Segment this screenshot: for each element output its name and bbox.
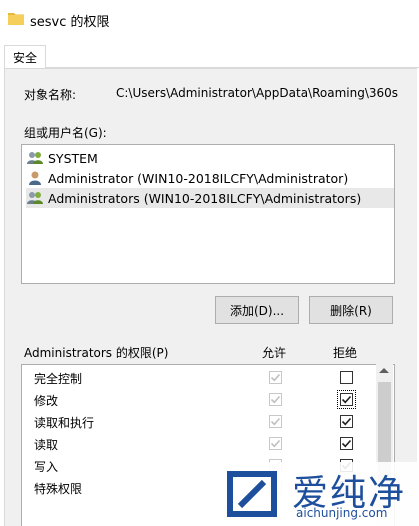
principal-item-administrator[interactable]: Administrator (WIN10-2018ILCFY\Administr… — [26, 168, 394, 188]
allow-checkbox — [269, 415, 282, 428]
scroll-up-arrow-icon[interactable] — [379, 368, 389, 373]
principal-item-administrators[interactable]: Administrators (WIN10-2018ILCFY\Administ… — [26, 188, 394, 208]
deny-checkbox[interactable] — [337, 390, 356, 409]
deny-checkbox[interactable] — [340, 437, 353, 450]
permission-row: 修改 — [34, 389, 374, 411]
group-users-label: 组或用户名(G): — [24, 126, 107, 140]
window-title: sesvc 的权限 — [30, 15, 110, 30]
principal-label: SYSTEM — [48, 150, 98, 166]
title-bar: sesvc 的权限 — [0, 0, 419, 38]
watermark: 爱纯净 aichunjing.com — [216, 462, 419, 526]
group-users-icon — [27, 152, 43, 164]
permission-row: 完全控制 — [34, 367, 374, 389]
permission-name: 特殊权限 — [34, 481, 83, 496]
allow-checkbox — [269, 393, 282, 406]
object-name-value: C:\Users\Administrator\AppData\Roaming\3… — [116, 86, 399, 100]
user-icon — [29, 171, 41, 185]
allow-column-header: 允许 — [262, 346, 287, 360]
group-users-icon — [27, 192, 43, 204]
principal-item-system[interactable]: SYSTEM — [26, 148, 394, 168]
permission-name: 写入 — [34, 459, 59, 474]
allow-checkbox — [269, 437, 282, 450]
watermark-url: aichunjing.com — [296, 506, 388, 520]
permission-name: 读取 — [34, 437, 59, 452]
principal-list[interactable]: SYSTEM Administrator (WIN10-2018ILCFY\Ad… — [21, 144, 395, 284]
object-name-label: 对象名称: — [24, 88, 77, 102]
allow-checkbox — [269, 371, 282, 384]
permission-name: 读取和执行 — [34, 415, 95, 430]
deny-checkbox[interactable] — [340, 371, 353, 384]
remove-button[interactable]: 删除(R) — [309, 296, 393, 324]
aichunjing-logo-icon — [227, 471, 277, 517]
permission-row: 读取 — [34, 433, 374, 455]
tab-strip: 安全 — [0, 38, 419, 69]
principal-label: Administrator (WIN10-2018ILCFY\Administr… — [48, 170, 349, 186]
permission-name: 完全控制 — [34, 371, 83, 386]
permissions-title: Administrators 的权限(P) — [24, 346, 169, 360]
permission-row: 读取和执行 — [34, 411, 374, 433]
tab-security[interactable]: 安全 — [4, 45, 46, 69]
add-button[interactable]: 添加(D)... — [215, 296, 299, 324]
deny-checkbox[interactable] — [340, 415, 353, 428]
principal-label: Administrators (WIN10-2018ILCFY\Administ… — [48, 190, 362, 206]
deny-column-header: 拒绝 — [333, 346, 358, 360]
folder-icon — [8, 13, 24, 25]
permission-name: 修改 — [34, 393, 59, 408]
